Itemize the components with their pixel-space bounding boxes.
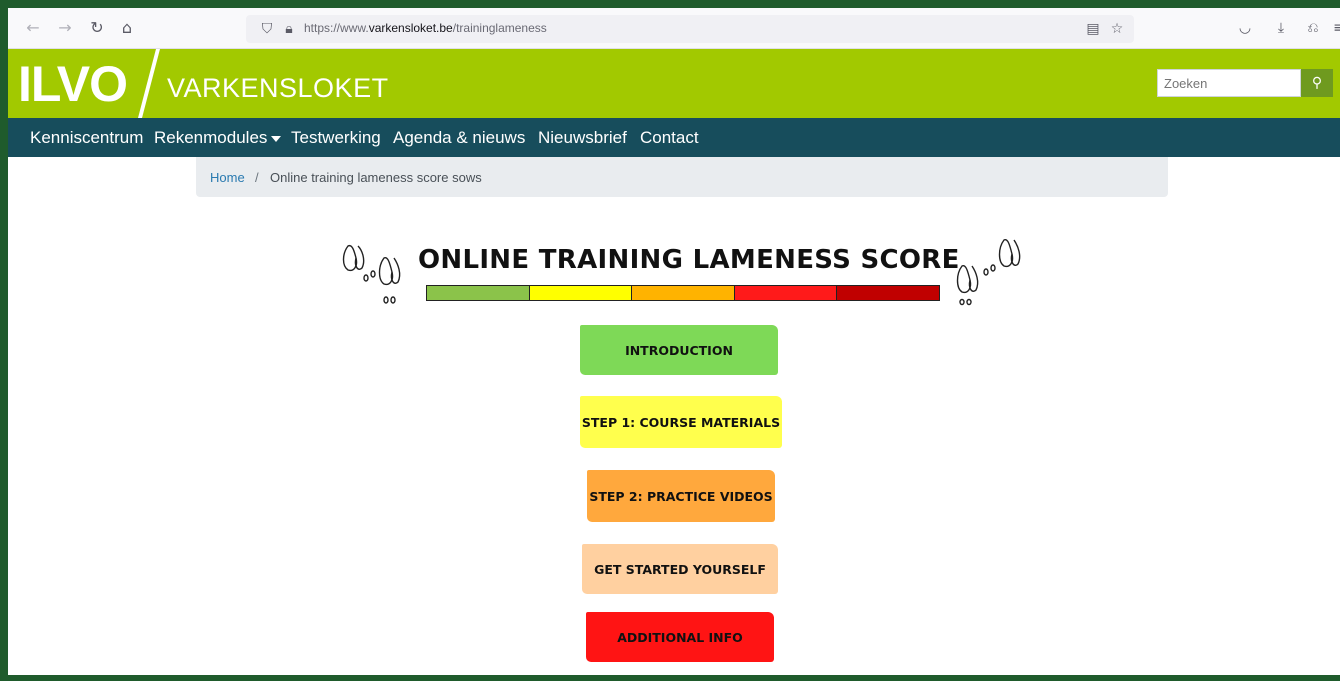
caret-down-icon — [271, 135, 282, 142]
nav-item-rekenmodules[interactable]: Rekenmodules — [154, 128, 282, 148]
scale-segment-5 — [837, 286, 939, 300]
site-header: ILVO VARKENSLOKET ⚲ — [8, 49, 1340, 118]
nav-item-testwerking[interactable]: Testwerking — [291, 128, 381, 148]
browser-toolbar: ← → ↻ ⌂ ⛉ 🔒︎ https://www.varkensloket.be… — [8, 8, 1340, 49]
browser-frame: ← → ↻ ⌂ ⛉ 🔒︎ https://www.varkensloket.be… — [8, 8, 1340, 675]
bookmark-star-icon[interactable]: ☆ — [1108, 19, 1126, 39]
right-hoofprint-icon — [956, 239, 1021, 306]
url-path: /traininglameness — [452, 21, 547, 35]
nav-item-agenda[interactable]: Agenda & nieuws — [393, 128, 525, 148]
introduction-button[interactable]: INTRODUCTION — [580, 325, 778, 375]
scale-segment-4 — [734, 286, 838, 300]
additional-info-button[interactable]: ADDITIONAL INFO — [586, 612, 774, 662]
forward-icon[interactable]: → — [54, 18, 76, 38]
nav-item-nieuwsbrief[interactable]: Nieuwsbrief — [538, 128, 627, 148]
get-started-button[interactable]: GET STARTED YOURSELF — [582, 544, 778, 594]
search-button[interactable]: ⚲ — [1301, 69, 1333, 97]
nav-item-rekenmodules-label: Rekenmodules — [154, 128, 268, 147]
scale-segment-3 — [632, 286, 735, 300]
url-text: https://www.varkensloket.be/traininglame… — [304, 21, 547, 35]
breadcrumb-home[interactable]: Home — [210, 170, 245, 185]
reader-view-icon[interactable]: ▤ — [1084, 19, 1102, 39]
address-bar[interactable]: ⛉ 🔒︎ https://www.varkensloket.be/trainin… — [246, 15, 1134, 43]
lameness-scale-bar — [426, 285, 940, 301]
nav-item-kenniscentrum[interactable]: Kenniscentrum — [30, 128, 143, 148]
main-nav: Kenniscentrum Rekenmodules Testwerking A… — [8, 118, 1340, 157]
logo[interactable]: ILVO — [8, 49, 160, 118]
lock-icon[interactable]: 🔒︎ — [280, 19, 298, 39]
scale-segment-2 — [529, 286, 633, 300]
shield-icon[interactable]: ⛉ — [258, 19, 276, 39]
menu-icon[interactable]: ≡ — [1328, 18, 1340, 38]
left-hoofprint-icon — [342, 244, 401, 304]
course-materials-button[interactable]: STEP 1: COURSE MATERIALS — [580, 396, 782, 448]
pocket-icon[interactable]: ◡ — [1234, 18, 1256, 38]
breadcrumb: Home / Online training lameness score so… — [196, 157, 1168, 197]
search-icon: ⚲ — [1311, 75, 1323, 91]
logo-text: ILVO — [18, 56, 128, 112]
scale-segment-1 — [427, 286, 530, 300]
extensions-icon[interactable]: ⎌ — [1302, 18, 1324, 38]
breadcrumb-separator: / — [255, 170, 259, 185]
training-banner: ONLINE TRAINING LAMENESS SCORE — [340, 236, 1024, 306]
home-icon[interactable]: ⌂ — [116, 18, 138, 38]
practice-videos-button[interactable]: STEP 2: PRACTICE VIDEOS — [587, 470, 775, 522]
logo-divider — [138, 49, 160, 118]
banner-title: ONLINE TRAINING LAMENESS SCORE — [418, 245, 960, 275]
nav-item-contact[interactable]: Contact — [640, 128, 699, 148]
reload-icon[interactable]: ↻ — [86, 18, 108, 38]
url-domain: varkensloket.be — [368, 21, 453, 35]
url-prefix: https://www. — [304, 21, 369, 35]
back-icon[interactable]: ← — [22, 18, 44, 38]
site-name[interactable]: VARKENSLOKET — [167, 73, 389, 104]
search-input[interactable] — [1157, 69, 1301, 97]
download-icon[interactable]: ⤓ — [1270, 18, 1292, 38]
breadcrumb-current: Online training lameness score sows — [270, 170, 482, 185]
